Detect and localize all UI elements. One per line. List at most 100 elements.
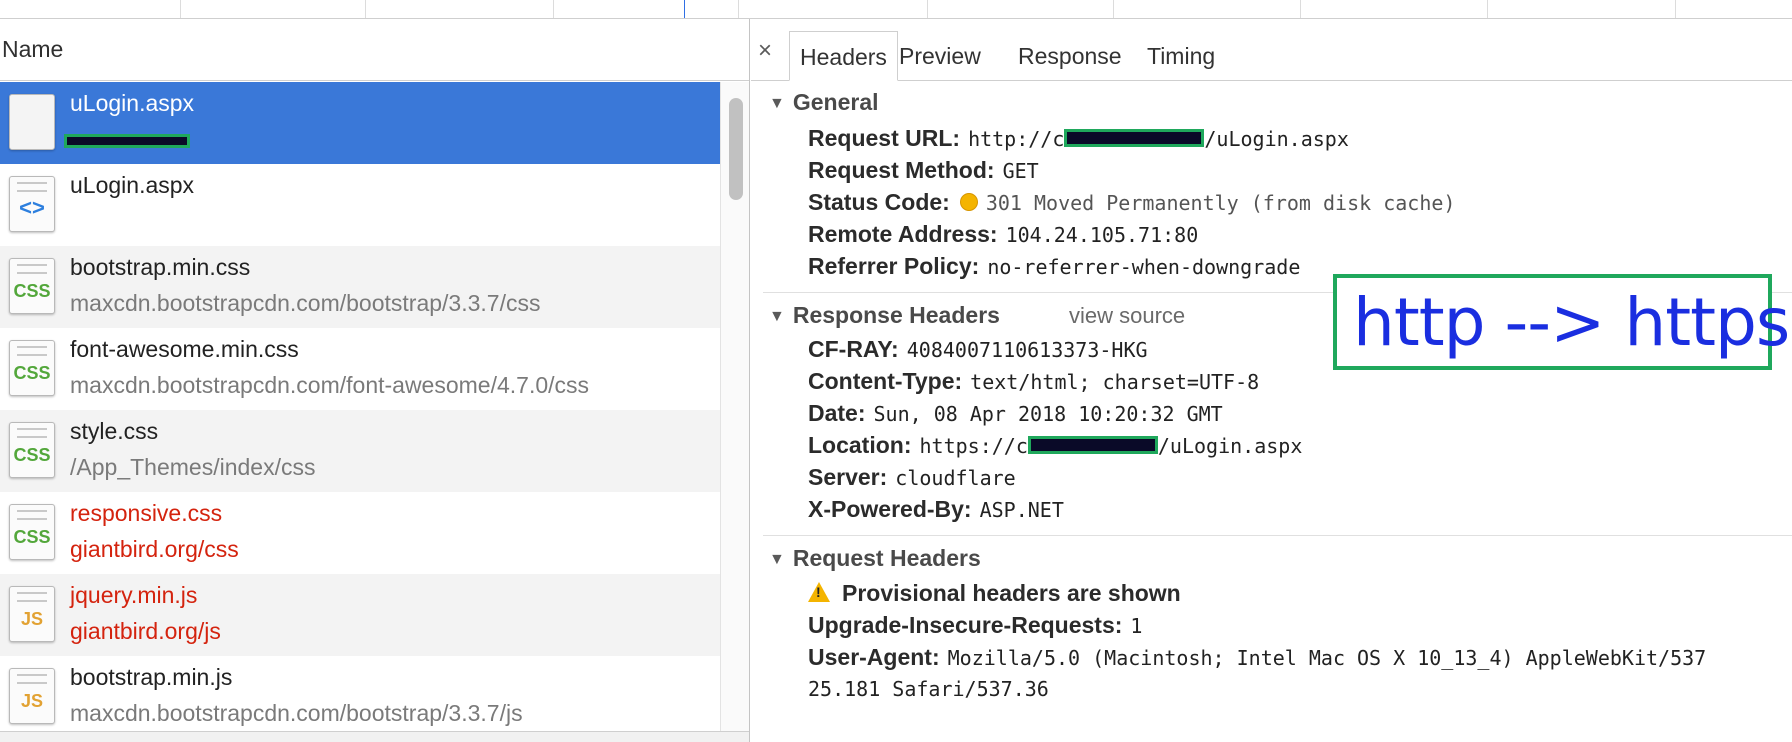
section-divider	[763, 535, 1792, 536]
network-timeline-strip	[0, 0, 1792, 19]
warning-icon	[808, 582, 830, 602]
header-value: Sun, 08 Apr 2018 10:20:32 GMT	[873, 402, 1223, 426]
request-name: uLogin.aspx	[70, 90, 195, 116]
header-key: X-Powered-By:	[808, 496, 972, 522]
status-code-key: Status Code:	[808, 189, 950, 215]
file-icon-body	[9, 94, 55, 150]
user-agent-value: Mozilla/5.0 (Macintosh; Intel Mac OS X 1…	[947, 646, 1707, 670]
request-row[interactable]: CSS bootstrap.min.css maxcdn.bootstrapcdn.…	[0, 246, 720, 328]
file-type-glyph: CSS	[13, 363, 51, 383]
location-value-suffix: /uLogin.aspx	[1157, 434, 1303, 458]
request-method-key: Request Method:	[808, 157, 995, 183]
file-icon-lines	[17, 346, 47, 356]
tab-preview[interactable]: Preview	[889, 31, 991, 81]
file-type-glyph: <>	[19, 195, 45, 220]
name-column-label: Name	[2, 36, 64, 62]
remote-address-key: Remote Address:	[808, 221, 998, 247]
header-value: ASP.NET	[979, 498, 1064, 522]
request-name: style.css	[70, 418, 159, 444]
upgrade-insecure-row: Upgrade-Insecure-Requests: 1	[808, 612, 1142, 639]
file-icon-body: CSS	[9, 422, 55, 478]
file-icon-lines	[17, 182, 47, 192]
name-column-header[interactable]: Name	[0, 19, 749, 81]
tab-headers-label: Headers	[800, 44, 887, 70]
provisional-warning: Provisional headers are shown	[808, 580, 1181, 607]
request-row[interactable]: uLogin.aspx	[0, 82, 720, 164]
header-key: CF-RAY:	[808, 336, 899, 362]
header-value: cloudflare	[895, 466, 1016, 490]
file-icon-lines	[17, 264, 47, 274]
file-type-glyph: CSS	[13, 527, 51, 547]
header-key: Server:	[808, 464, 888, 490]
request-path: /App_Themes/index/css	[70, 454, 316, 480]
tab-response[interactable]: Response	[1008, 31, 1132, 81]
request-url-key: Request URL:	[808, 125, 961, 151]
user-agent-continuation: 25.181 Safari/537.36	[808, 677, 1049, 701]
location-row: Location: https://c/uLogin.aspx	[808, 432, 1302, 459]
redaction-box	[1064, 128, 1205, 147]
css-file-icon: CSS	[9, 340, 55, 396]
tab-response-label: Response	[1018, 43, 1122, 69]
file-icon-lines	[17, 428, 47, 438]
request-row[interactable]: <> uLogin.aspx	[0, 164, 720, 246]
file-type-glyph: JS	[20, 609, 44, 629]
content-type-row: Content-Type: text/html; charset=UTF-8	[808, 368, 1259, 395]
request-headers-toggle[interactable]: ▼ Request Headers	[769, 545, 981, 572]
tab-timing-label: Timing	[1147, 43, 1216, 69]
request-path: maxcdn.bootstrapcdn.com/bootstrap/3.3.7/…	[70, 700, 523, 726]
general-section-title: General	[792, 89, 879, 115]
file-icon-body: CSS	[9, 504, 55, 560]
request-path: giantbird.org/css	[70, 536, 239, 562]
css-file-icon: CSS	[9, 504, 55, 560]
timeline-gridline	[927, 0, 928, 18]
request-list: uLogin.aspx <> uLogin.aspx CSS bootstrap.min…	[0, 82, 720, 738]
request-row[interactable]: JS bootstrap.min.js maxcdn.bootstrapcdn.co…	[0, 656, 720, 738]
general-section-toggle[interactable]: ▼ General	[769, 89, 879, 116]
file-type-glyph: JS	[20, 691, 44, 711]
user-agent-row: User-Agent: Mozilla/5.0 (Macintosh; Intel…	[808, 644, 1706, 671]
triangle-down-icon: ▼	[769, 95, 785, 112]
request-row[interactable]: CSS font-awesome.min.css maxcdn.bootstrapc…	[0, 328, 720, 410]
header-key: Content-Type:	[808, 368, 963, 394]
request-method-value: GET	[1002, 159, 1039, 183]
referrer-policy-key: Referrer Policy:	[808, 253, 980, 279]
request-url-suffix: /uLogin.aspx	[1204, 127, 1349, 151]
annotation-box: http --> https	[1333, 274, 1790, 370]
header-value: 4084007110613373-HKG	[906, 338, 1148, 362]
timeline-gridline	[365, 0, 366, 18]
file-icon-body: CSS	[9, 340, 55, 396]
request-url-prefix: http://c	[968, 127, 1065, 151]
file-icon-lines	[17, 510, 47, 520]
status-bar	[0, 731, 749, 742]
request-row[interactable]: CSS responsive.css giantbird.org/css	[0, 492, 720, 574]
timeline-gridline	[1300, 0, 1301, 18]
request-path: maxcdn.bootstrapcdn.com/bootstrap/3.3.7/…	[70, 290, 541, 316]
status-dot-icon	[959, 193, 978, 211]
header-key: Location:	[808, 432, 912, 458]
file-icon-lines	[17, 592, 47, 602]
tab-timing[interactable]: Timing	[1137, 31, 1225, 81]
request-list-scrollbar[interactable]	[720, 82, 749, 742]
header-value: text/html; charset=UTF-8	[970, 370, 1260, 394]
remote-address-row: Remote Address: 104.24.105.71:80	[808, 221, 1198, 248]
file-type-glyph: CSS	[13, 281, 51, 301]
request-name: jquery.min.js	[70, 582, 198, 608]
timeline-gridline	[1113, 0, 1114, 18]
file-icon-body: JS	[9, 586, 55, 642]
view-source-link[interactable]: view source	[1069, 303, 1185, 329]
request-name: responsive.css	[70, 500, 223, 526]
response-headers-title: Response Headers	[792, 302, 1000, 328]
request-row[interactable]: JS jquery.min.js giantbird.org/js	[0, 574, 720, 656]
close-icon[interactable]: ×	[758, 37, 772, 65]
js-file-icon: JS	[9, 586, 55, 642]
timeline-gridline	[553, 0, 554, 18]
scrollbar-thumb[interactable]	[729, 98, 743, 200]
response-headers-toggle[interactable]: ▼ Response Headers	[769, 302, 1000, 329]
remote-address-value: 104.24.105.71:80	[1005, 223, 1199, 247]
request-row[interactable]: CSS style.css/App_Themes/index/css	[0, 410, 720, 492]
file-icon-body: <>	[9, 176, 55, 232]
tab-preview-label: Preview	[899, 43, 981, 69]
tab-headers[interactable]: Headers	[789, 31, 898, 81]
header-key: User-Agent:	[808, 644, 940, 670]
annotation-text: http --> https	[1353, 284, 1790, 361]
